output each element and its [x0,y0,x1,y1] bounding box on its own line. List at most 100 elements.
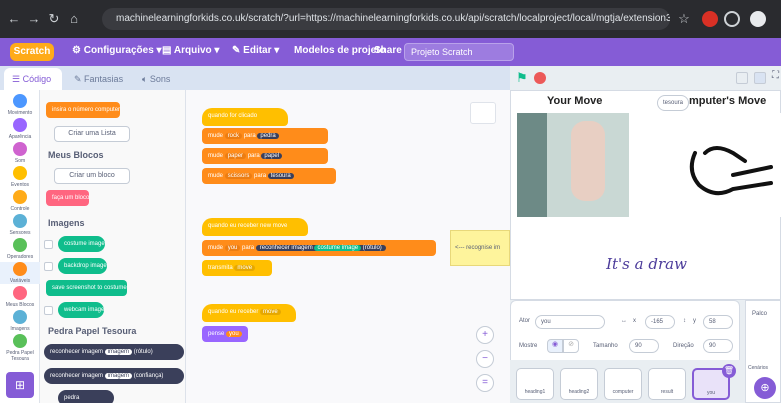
address-bar[interactable]: machinelearningforkids.co.uk/scratch/?ur… [102,8,670,30]
variable-dropdown[interactable]: rock [224,133,243,139]
category-operators[interactable]: Operadores [0,238,40,260]
sprite-name-input[interactable]: you [535,315,605,329]
value-reporter[interactable]: papel [261,153,283,159]
reload-icon[interactable]: ↻ [46,11,62,27]
palette-variable-block[interactable]: insira o número computer [46,102,121,118]
when-receive-hat[interactable]: quando eu receber new move [202,218,308,236]
zoom-reset-icon[interactable]: = [476,374,494,392]
variable-reporter[interactable]: you [226,331,242,337]
show-hidden-icon[interactable]: ⊘ [563,339,579,353]
zoom-in-icon[interactable]: + [476,326,494,344]
checkbox[interactable] [44,240,53,249]
recognise-label-block[interactable]: reconhecer imagem imagem (rótulo) [44,344,184,360]
category-variables[interactable]: Variáveis [0,262,40,284]
x-position-input[interactable]: -165 [645,315,675,329]
templates-menu[interactable]: Modelos de projeto [294,45,386,56]
make-a-block-block[interactable]: faça um bloco [46,190,90,206]
block-input[interactable]: imagem [104,373,133,379]
extensions-puzzle-icon[interactable] [724,11,740,27]
category-looks[interactable]: Aparência [0,118,40,140]
variable-dropdown[interactable]: paper [224,153,247,159]
set-you-block[interactable]: mude you para reconhecer imagem costume … [202,240,436,256]
code-workspace[interactable]: quando for clicado mude rock para pedra … [186,90,510,403]
checkbox[interactable] [44,262,53,271]
category-motion[interactable]: Movimento [0,94,40,116]
tab-sounds[interactable]: 🔈︎ Sons [134,68,180,90]
direction-input[interactable]: 90 [703,339,733,353]
message-dropdown[interactable]: move [260,309,281,315]
category-rps[interactable]: Pedra Papel Tesoura [0,334,40,362]
operators-dot-icon [13,238,27,252]
tab-sounds-label: Sons [149,74,171,84]
save-screenshot-block[interactable]: save screenshot to costume [46,280,127,296]
costume-image-block[interactable]: costume image [58,236,105,252]
edit-menu[interactable]: ✎ Editar ▾ [232,45,279,56]
home-icon[interactable]: ⌂ [66,11,82,27]
share-button[interactable]: Share [374,45,402,56]
sprite-thumb-computer[interactable]: computer [604,368,642,400]
zoom-out-icon[interactable]: − [476,350,494,368]
webcam-image-block[interactable]: webcam image [58,302,105,318]
scratch-logo[interactable]: Scratch [10,43,54,61]
category-sound[interactable]: Som [0,142,40,164]
y-position-input[interactable]: 58 [703,315,733,329]
block-input[interactable]: imagem [104,349,133,355]
category-my-blocks[interactable]: Meus Blocos [0,286,40,308]
when-receive-move-hat[interactable]: quando eu receber move [202,304,296,322]
create-block-button[interactable]: Criar um bloco [54,168,130,184]
fullscreen-icon[interactable]: ⛶ [772,70,779,81]
variable-dropdown[interactable]: you [224,245,241,251]
back-icon[interactable]: ← [6,11,22,27]
size-input[interactable]: 90 [629,339,659,353]
block-text: para [247,153,260,159]
value-reporter[interactable]: tesoura [267,173,294,179]
add-extension-button[interactable]: ⊞ [6,372,34,398]
extension-icon[interactable] [702,11,718,27]
stop-icon[interactable] [534,72,546,84]
costume-image-reporter[interactable]: costume image [314,245,362,251]
category-control[interactable]: Controle [0,190,40,212]
project-title-input[interactable]: Projeto Scratch [404,43,514,61]
sprite-thumb-heading1[interactable]: heading1 [516,368,554,400]
my-blocks-dot-icon [13,286,27,300]
stage-selector[interactable]: Palco Cenários ⊕ [745,300,781,403]
backdrop-image-block[interactable]: backdrop image [58,258,107,274]
stage-canvas[interactable]: Your Move tesoura mputer's Move It's a d… [510,90,781,300]
value-reporter[interactable]: pedra [257,133,279,139]
recognise-reporter[interactable]: reconhecer imagem costume image (rótulo) [255,245,386,251]
bookmark-star-icon[interactable]: ☆ [676,11,692,27]
sprite-preview-icon [470,102,496,124]
variable-dropdown[interactable]: scissors [224,173,253,179]
sprite-thumb-heading2[interactable]: heading2 [560,368,598,400]
sprite-thumb-result[interactable]: result [648,368,686,400]
rock-block[interactable]: pedra [58,390,114,403]
message-dropdown[interactable]: move [234,265,256,271]
comment-note[interactable]: <--- recognise im [450,230,510,266]
create-list-button[interactable]: Criar uma Lista [54,126,130,142]
motion-dot-icon [13,94,27,108]
add-backdrop-icon[interactable]: ⊕ [754,377,776,399]
category-sensing[interactable]: Sensores [0,214,40,236]
category-events[interactable]: Eventos [0,166,40,188]
settings-menu[interactable]: ⚙ Configurações ▾ [72,45,162,56]
category-images[interactable]: Imagens [0,310,40,332]
tab-costumes[interactable]: ✎ Fantasias [66,68,132,90]
delete-sprite-icon[interactable]: 🗑︎ [722,364,736,378]
file-menu[interactable]: ▤ Arquivo ▾ [162,45,219,56]
tab-code[interactable]: ☰ Código [4,68,62,90]
checkbox[interactable] [44,306,53,315]
recognise-confidence-block[interactable]: reconhecer imagem imagem (confiança) [44,368,184,384]
set-variable-block[interactable]: mude rock para pedra [202,128,328,144]
think-block[interactable]: pense you [202,326,248,342]
set-variable-block[interactable]: mude scissors para tesoura [202,168,336,184]
set-variable-block[interactable]: mude paper para papel [202,148,328,164]
green-flag-icon[interactable]: ⚑ [516,70,528,86]
small-stage-icon[interactable] [736,72,748,84]
show-visible-icon[interactable]: ◉ [547,339,563,353]
large-stage-icon[interactable] [754,72,766,84]
profile-avatar[interactable] [750,11,766,27]
forward-icon[interactable]: → [26,11,42,27]
result-text: It's a draw [606,255,687,273]
when-flag-clicked-hat[interactable]: quando for clicado [202,108,288,126]
broadcast-block[interactable]: transmita move [202,260,272,276]
